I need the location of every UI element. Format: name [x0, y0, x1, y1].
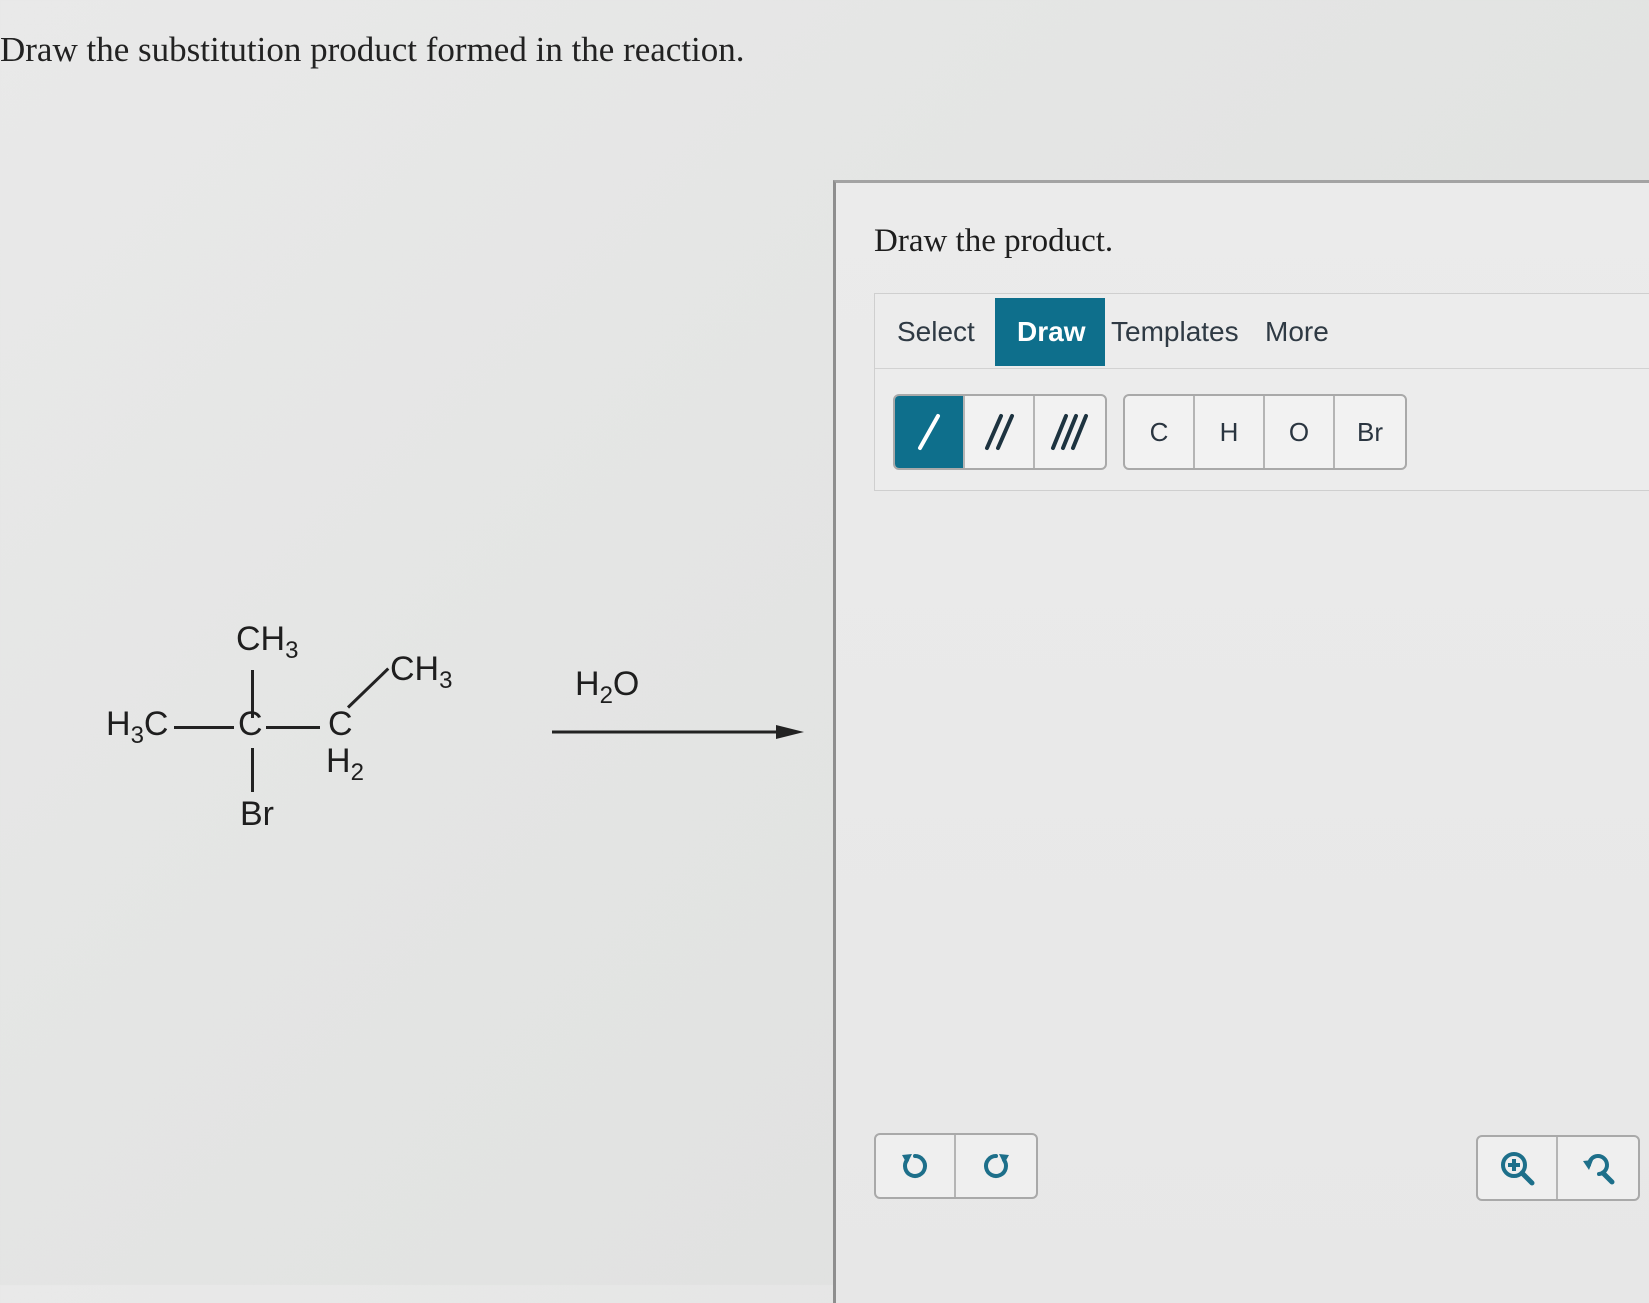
zoom-in-button[interactable]	[1478, 1137, 1558, 1199]
tab-more[interactable]: More	[1243, 298, 1351, 366]
drawing-toolbar: Select Draw Templates More C H O Br	[874, 293, 1649, 491]
right-methyl-label: CH3	[390, 650, 453, 694]
top-methyl-label: CH3	[236, 620, 299, 664]
tab-templates[interactable]: Templates	[1089, 298, 1261, 366]
atom-bromine-button[interactable]: Br	[1335, 396, 1405, 468]
undo-icon	[902, 1154, 927, 1178]
triple-bond-icon	[1051, 414, 1088, 450]
quaternary-carbon-label: C	[238, 705, 263, 743]
atom-hydrogen-button[interactable]: H	[1195, 396, 1265, 468]
atom-oxygen-button[interactable]: O	[1265, 396, 1335, 468]
bond-bottom-vertical	[251, 748, 254, 792]
bond-diagonal	[346, 667, 390, 709]
methylene-carbon-label: C	[328, 705, 353, 743]
zoom-reset-icon	[1583, 1154, 1615, 1185]
triple-bond-button[interactable]	[1035, 396, 1105, 468]
bond-center-right	[266, 726, 320, 729]
redo-icon	[984, 1154, 1009, 1178]
reaction-scheme: CH3 H3C C C H2 CH3 Br H2O	[100, 620, 804, 900]
zoom-controls	[1476, 1135, 1640, 1201]
question-text: Draw the substitution product formed in …	[0, 30, 745, 69]
bond-tools	[893, 394, 1107, 470]
double-bond-button[interactable]	[965, 396, 1035, 468]
drawing-panel: Draw the product. Select Draw Templates …	[833, 180, 1649, 1303]
toolbar-tabs: Select Draw Templates More	[875, 294, 1649, 369]
reagent-label: H2O	[575, 665, 640, 709]
history-controls	[874, 1133, 1038, 1199]
methylene-hydrogen-label: H2	[326, 742, 364, 786]
single-bond-icon	[918, 414, 940, 450]
atom-carbon-button[interactable]: C	[1125, 396, 1195, 468]
atom-tools: C H O Br	[1123, 394, 1407, 470]
zoom-reset-button[interactable]	[1558, 1137, 1638, 1199]
left-methyl-label: H3C	[106, 705, 169, 749]
zoom-in-icon	[1501, 1152, 1535, 1186]
panel-title: Draw the product.	[874, 223, 1114, 259]
undo-button[interactable]	[876, 1135, 956, 1197]
tab-select[interactable]: Select	[875, 298, 997, 366]
single-bond-button[interactable]	[895, 396, 965, 468]
bond-left-horizontal	[174, 726, 234, 729]
reaction-arrow	[552, 725, 804, 739]
redo-button[interactable]	[956, 1135, 1036, 1197]
double-bond-icon	[985, 414, 1014, 450]
bromine-label: Br	[240, 795, 274, 833]
